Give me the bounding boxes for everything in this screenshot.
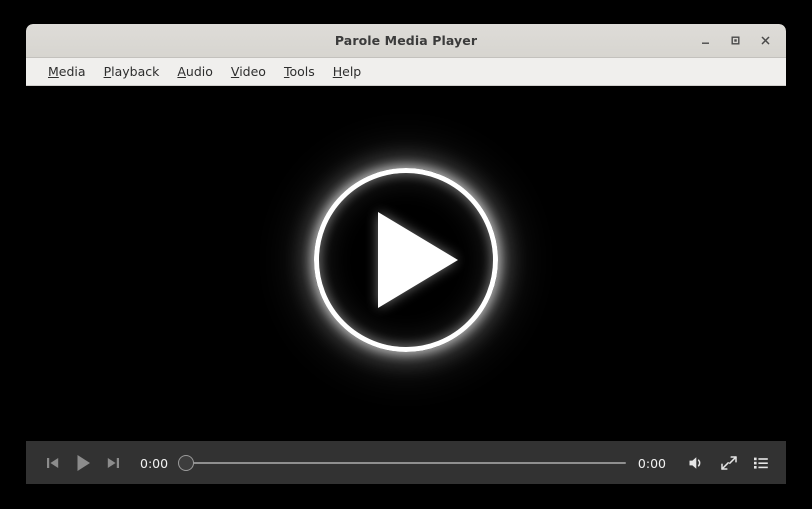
logo-play-triangle-icon [378,211,458,308]
fullscreen-icon [721,456,737,470]
play-circle-logo [314,167,498,352]
menu-mnemonic: A [177,64,186,79]
window-control-buttons [690,24,780,57]
seek-slider-track[interactable] [186,462,626,464]
previous-track-button[interactable] [40,450,66,476]
maximize-button[interactable] [720,28,750,54]
play-pause-button[interactable] [66,448,100,478]
window-title: Parole Media Player [334,33,478,48]
next-track-icon [107,458,119,468]
play-icon [77,455,90,471]
menu-mnemonic: V [230,64,240,79]
parole-media-player-window: Parole Media Player Media Playback Audio… [26,24,786,484]
playback-control-bar: 0:00 0:00 [26,441,786,484]
menu-item-media[interactable]: Media [48,64,86,79]
menu-item-audio[interactable]: Audio [177,64,213,79]
video-output-area[interactable] [26,86,786,441]
menu-label-rest: ideo [239,64,266,79]
seek-slider-handle[interactable] [178,455,195,471]
window-titlebar[interactable]: Parole Media Player [26,24,786,58]
menu-label-rest: layback [111,64,160,79]
menu-label-rest: ools [289,64,315,79]
seek-slider[interactable] [178,450,626,476]
next-track-button[interactable] [100,450,126,476]
menubar: Media Playback Audio Video Tools Help [26,58,786,86]
current-time-label: 0:00 [140,455,169,471]
menu-mnemonic: P [103,64,112,79]
menu-mnemonic: M [48,64,59,79]
desktop-background: Parole Media Player Media Playback Audio… [0,0,812,509]
menu-label-rest: elp [342,64,362,79]
menu-item-playback[interactable]: Playback [104,64,160,79]
menu-item-help[interactable]: Help [333,64,362,79]
total-time-label: 0:00 [637,455,666,471]
secondary-controls [678,450,774,476]
menu-label-rest: edia [58,64,86,79]
close-button[interactable] [750,28,780,54]
menu-item-tools[interactable]: Tools [284,64,315,79]
fullscreen-button[interactable] [716,450,742,476]
previous-track-icon [47,458,59,468]
menu-item-video[interactable]: Video [231,64,266,79]
menu-mnemonic: H [332,64,343,79]
volume-button[interactable] [684,450,710,476]
menu-label-rest: udio [185,64,213,79]
minimize-button[interactable] [690,28,720,54]
volume-medium-icon [689,457,701,469]
playlist-button[interactable] [748,450,774,476]
playlist-icon [754,457,768,469]
